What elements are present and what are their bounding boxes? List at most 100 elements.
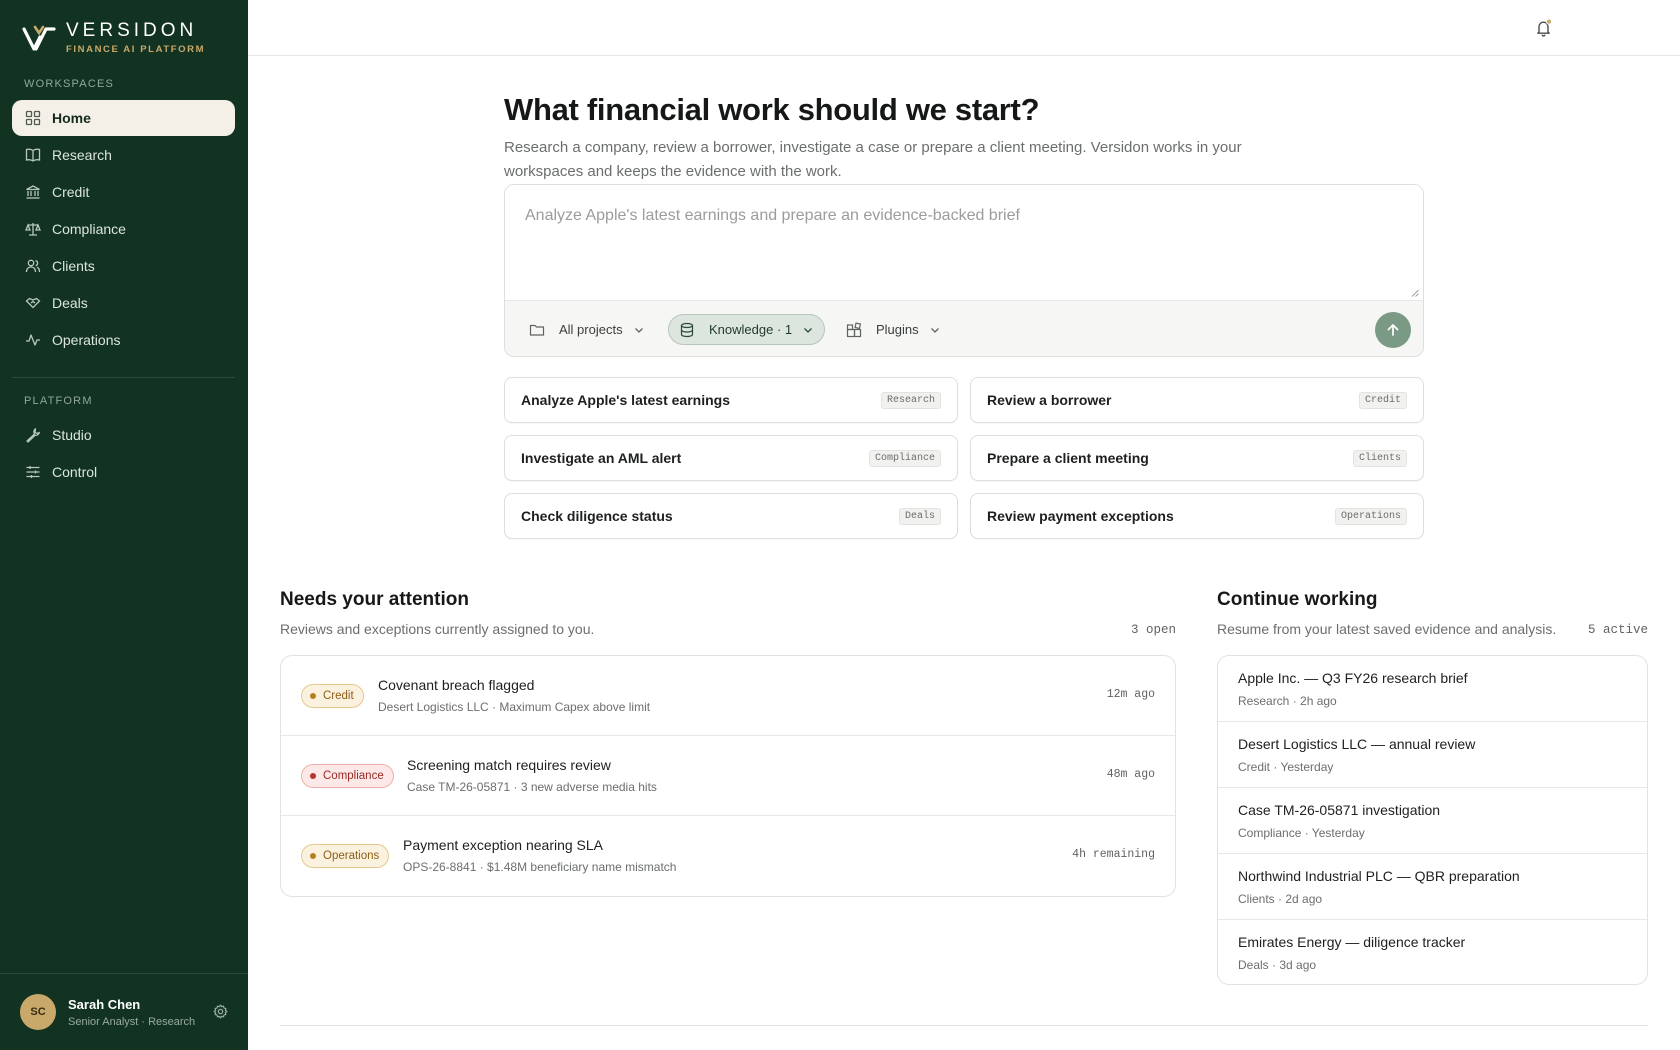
continue-item-meta: Credit · Yesterday bbox=[1238, 760, 1334, 774]
quick-action-card[interactable]: Investigate an AML alert Compliance bbox=[504, 435, 958, 481]
grid-icon bbox=[25, 110, 41, 126]
continue-item[interactable]: Emirates Energy — diligence tracker Deal… bbox=[1218, 920, 1647, 984]
plugins-icon bbox=[846, 321, 862, 337]
attention-item-meta: Desert Logistics LLC · Maximum Capex abo… bbox=[378, 700, 651, 714]
projects-dropdown[interactable]: All projects bbox=[519, 314, 655, 345]
user-profile[interactable]: SC Sarah Chen Senior Analyst · Research bbox=[0, 973, 248, 1050]
quick-action-card[interactable]: Check diligence status Deals bbox=[504, 493, 958, 539]
attention-item-title: Payment exception nearing SLA bbox=[403, 837, 604, 853]
sidebar-item-label: Credit bbox=[52, 184, 90, 200]
knowledge-dropdown[interactable]: Knowledge · 1 bbox=[668, 314, 826, 345]
quick-action-card[interactable]: Prepare a client meeting Clients bbox=[970, 435, 1424, 481]
composer-toolbar: All projects Knowledge · 1 Plugins bbox=[505, 300, 1423, 356]
continue-subtitle: Resume from your latest saved evidence a… bbox=[1217, 621, 1557, 637]
chevron-down-icon bbox=[804, 327, 813, 333]
attention-item[interactable]: Credit Covenant breach flagged Desert Lo… bbox=[281, 656, 1175, 736]
avatar: SC bbox=[20, 994, 56, 1030]
workspace-tag: Research bbox=[880, 391, 941, 409]
page-title: What financial work should we start? bbox=[504, 92, 1040, 127]
workspace-tag: Compliance bbox=[868, 449, 941, 467]
gear-icon[interactable] bbox=[213, 1004, 228, 1019]
attention-list: Credit Covenant breach flagged Desert Lo… bbox=[280, 655, 1176, 897]
sidebar-item-compliance[interactable]: Compliance bbox=[12, 211, 235, 247]
continue-item-title: Desert Logistics LLC — annual review bbox=[1238, 736, 1476, 752]
continue-item[interactable]: Apple Inc. — Q3 FY26 research brief Rese… bbox=[1218, 656, 1647, 722]
sidebar-item-credit[interactable]: Credit bbox=[12, 174, 235, 210]
continue-item-meta: Clients · 2d ago bbox=[1238, 892, 1323, 906]
sidebar-item-research[interactable]: Research bbox=[12, 137, 235, 173]
resize-handle-icon[interactable] bbox=[1411, 289, 1419, 297]
continue-item-title: Emirates Energy — diligence tracker bbox=[1238, 934, 1466, 950]
continue-item-title: Apple Inc. — Q3 FY26 research brief bbox=[1238, 670, 1468, 686]
sidebar-item-label: Deals bbox=[52, 295, 88, 311]
attention-item-title: Covenant breach flagged bbox=[378, 677, 535, 693]
sidebar-item-studio[interactable]: Studio bbox=[12, 417, 235, 453]
prompt-composer: All projects Knowledge · 1 Plugins bbox=[504, 184, 1424, 357]
attention-subtitle: Reviews and exceptions currently assigne… bbox=[280, 621, 595, 637]
plugins-label: Plugins bbox=[876, 322, 919, 337]
sidebar-item-deals[interactable]: Deals bbox=[12, 285, 235, 321]
page-subtitle: Research a company, review a borrower, i… bbox=[504, 139, 1242, 180]
status-badge: Compliance bbox=[301, 764, 394, 788]
quick-action-card[interactable]: Review a borrower Credit bbox=[970, 377, 1424, 423]
brand-logo[interactable]: VERSIDON FINANCE AI PLATFORM bbox=[22, 20, 205, 55]
handshake-icon bbox=[25, 297, 41, 309]
status-badge: Credit bbox=[301, 684, 364, 708]
chevron-down-icon bbox=[634, 327, 643, 333]
sidebar-item-control[interactable]: Control bbox=[12, 454, 235, 490]
folder-icon bbox=[529, 324, 545, 336]
sidebar-item-label: Research bbox=[52, 147, 112, 163]
sidebar-item-clients[interactable]: Clients bbox=[12, 248, 235, 284]
attention-item-time: 4h remaining bbox=[1072, 848, 1155, 861]
sidebar-item-label: Clients bbox=[52, 258, 95, 274]
user-role: Senior Analyst · Research bbox=[68, 1015, 196, 1028]
attention-title: Needs your attention bbox=[280, 589, 469, 610]
attention-count: 3 open bbox=[1130, 623, 1176, 637]
attention-item-meta: Case TM-26-05871 · 3 new adverse media h… bbox=[407, 780, 657, 794]
brand-subtitle: FINANCE AI PLATFORM bbox=[66, 44, 206, 55]
workspace-tag: Credit bbox=[1358, 391, 1407, 409]
sidebar-item-label: Home bbox=[52, 110, 91, 126]
continue-item[interactable]: Case TM-26-05871 investigation Complianc… bbox=[1218, 788, 1647, 854]
workspace-tag: Clients bbox=[1352, 449, 1407, 467]
activity-icon bbox=[26, 334, 40, 346]
versidon-logo-icon bbox=[22, 25, 56, 51]
notification-bell-icon[interactable] bbox=[1534, 18, 1554, 38]
prompt-input[interactable] bbox=[505, 185, 1423, 299]
quick-action-card[interactable]: Analyze Apple's latest earnings Research bbox=[504, 377, 958, 423]
sidebar-item-home[interactable]: Home bbox=[12, 100, 235, 136]
attention-item-meta: OPS-26-8841 · $1.48M beneficiary name mi… bbox=[403, 860, 677, 874]
attention-item-time: 48m ago bbox=[1106, 768, 1155, 781]
sidebar-item-label: Compliance bbox=[52, 221, 126, 237]
continue-list: Apple Inc. — Q3 FY26 research brief Rese… bbox=[1217, 655, 1648, 985]
quick-action-label: Review payment exceptions bbox=[987, 508, 1174, 524]
knowledge-label: Knowledge · 1 bbox=[709, 322, 793, 337]
continue-item[interactable]: Desert Logistics LLC — annual review Cre… bbox=[1218, 722, 1647, 788]
book-icon bbox=[25, 148, 41, 162]
attention-item-title: Screening match requires review bbox=[407, 757, 611, 773]
sliders-icon bbox=[26, 466, 40, 478]
quick-action-card[interactable]: Review payment exceptions Operations bbox=[970, 493, 1424, 539]
plugins-dropdown[interactable]: Plugins bbox=[836, 314, 951, 345]
continue-count: 5 active bbox=[1587, 623, 1648, 637]
workspace-tag: Operations bbox=[1334, 507, 1407, 525]
workspace-tag: Deals bbox=[898, 507, 941, 525]
platform-nav: Studio Control bbox=[12, 417, 235, 491]
send-button[interactable] bbox=[1375, 312, 1411, 348]
continue-item-meta: Deals · 3d ago bbox=[1238, 958, 1317, 972]
continue-item[interactable]: Northwind Industrial PLC — QBR preparati… bbox=[1218, 854, 1647, 920]
sidebar-item-label: Studio bbox=[52, 427, 92, 443]
wrench-icon bbox=[26, 428, 40, 443]
sidebar-item-operations[interactable]: Operations bbox=[12, 322, 235, 358]
attention-item[interactable]: Operations Payment exception nearing SLA… bbox=[281, 816, 1175, 896]
database-icon bbox=[680, 322, 694, 337]
platform-label: PLATFORM bbox=[24, 395, 93, 407]
users-icon bbox=[25, 259, 41, 273]
continue-item-title: Northwind Industrial PLC — QBR preparati… bbox=[1238, 868, 1520, 884]
continue-item-meta: Compliance · Yesterday bbox=[1238, 826, 1365, 840]
continue-title: Continue working bbox=[1217, 589, 1378, 610]
attention-item[interactable]: Compliance Screening match requires revi… bbox=[281, 736, 1175, 816]
continue-item-title: Case TM-26-05871 investigation bbox=[1238, 802, 1441, 818]
status-dot bbox=[310, 773, 316, 779]
sidebar-divider bbox=[12, 377, 235, 378]
